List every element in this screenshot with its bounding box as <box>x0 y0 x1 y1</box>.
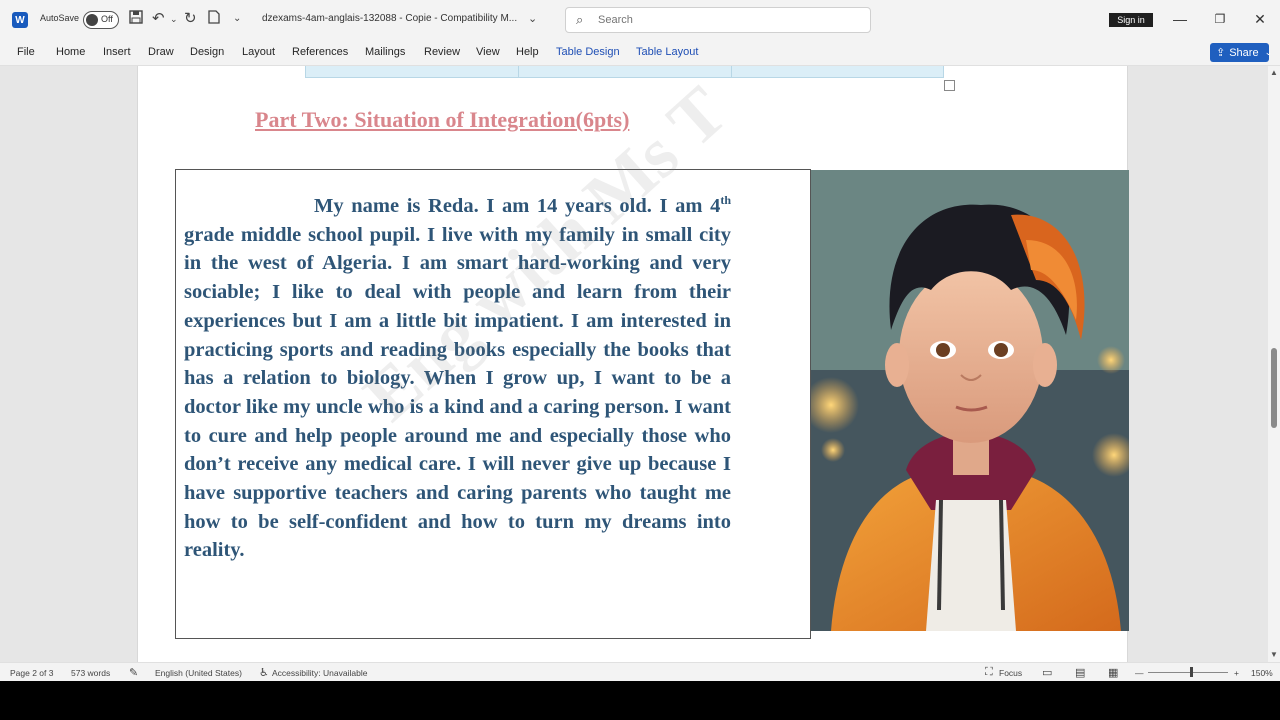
accessibility-icon: ♿ <box>259 667 269 679</box>
tab-references[interactable]: References <box>292 46 348 58</box>
title-bar: W AutoSave Off ↶ ⌄ ↻ ⌄ dzexams-4am-angla… <box>0 0 1280 40</box>
share-button[interactable]: ⇪ Share ⌄ <box>1210 43 1272 62</box>
status-bar: Page 2 of 3 573 words ✎ English (United … <box>0 662 1280 681</box>
scroll-up-icon[interactable]: ▲ <box>1270 68 1278 77</box>
web-layout-icon[interactable]: ▦ <box>1108 666 1118 679</box>
autosave-label: AutoSave <box>40 13 80 23</box>
accessibility-status[interactable]: Accessibility: Unavailable <box>272 668 367 678</box>
zoom-slider-thumb[interactable] <box>1190 667 1193 677</box>
share-dropdown-icon: ⌄ <box>1264 47 1273 57</box>
tab-design[interactable]: Design <box>190 46 224 58</box>
chevron-down-icon[interactable]: ⌄ <box>528 10 537 28</box>
undo-dropdown-icon[interactable]: ⌄ <box>170 10 178 28</box>
ribbon-tabs: File Home Insert Draw Design Layout Refe… <box>0 40 1280 66</box>
sign-in-button[interactable]: Sign in <box>1109 13 1153 27</box>
tab-table-design[interactable]: Table Design <box>556 46 620 58</box>
undo-icon[interactable]: ↶ <box>152 10 165 28</box>
toggle-knob <box>86 14 98 26</box>
tab-mailings[interactable]: Mailings <box>365 46 405 58</box>
save-icon[interactable] <box>129 10 143 29</box>
document-title[interactable]: dzexams-4am-anglais-132088 - Copie - Com… <box>262 13 517 24</box>
passage-start: My name is Reda. I am 14 years old. I am… <box>314 195 721 217</box>
word-app-icon: W <box>12 12 28 28</box>
share-icon: ⇪ <box>1216 47 1226 59</box>
tab-view[interactable]: View <box>476 46 500 58</box>
passage-text-box[interactable]: My name is Reda. I am 14 years old. I am… <box>175 169 811 639</box>
tab-table-layout[interactable]: Table Layout <box>636 46 698 58</box>
tab-home[interactable]: Home <box>56 46 85 58</box>
focus-icon: ⛶ <box>985 666 993 678</box>
language-status[interactable]: English (United States) <box>155 668 242 678</box>
scroll-thumb[interactable] <box>1271 348 1277 428</box>
document-page[interactable]: Part Two: Situation of Integration(6pts)… <box>137 66 1129 662</box>
close-icon[interactable]: ✕ <box>1250 10 1270 28</box>
print-layout-icon[interactable]: ▤ <box>1075 666 1085 679</box>
boy-portrait-image[interactable] <box>811 170 1129 631</box>
tab-layout[interactable]: Layout <box>242 46 275 58</box>
read-mode-icon[interactable]: ▭ <box>1042 666 1052 679</box>
restore-icon[interactable]: ❐ <box>1210 10 1230 28</box>
tab-file[interactable]: File <box>17 46 35 58</box>
tab-help[interactable]: Help <box>516 46 539 58</box>
customize-toolbar-icon[interactable]: ⌄ <box>233 10 241 28</box>
section-heading[interactable]: Part Two: Situation of Integration(6pts) <box>255 107 629 133</box>
zoom-out-icon[interactable]: — <box>1135 668 1144 678</box>
passage-rest: grade middle school pupil. I live with m… <box>184 223 731 562</box>
passage-paragraph[interactable]: My name is Reda. I am 14 years old. I am… <box>184 192 731 565</box>
zoom-level[interactable]: 150% <box>1251 668 1273 678</box>
table-cell-divider <box>518 66 519 78</box>
search-box[interactable]: ⌕ <box>565 7 871 33</box>
search-input[interactable] <box>598 12 858 28</box>
autosave-state: Off <box>101 14 113 24</box>
zoom-slider-track[interactable] <box>1148 672 1228 673</box>
focus-button[interactable]: Focus <box>999 668 1022 678</box>
redo-icon[interactable]: ↻ <box>184 10 197 28</box>
minimize-icon[interactable]: — <box>1170 10 1190 28</box>
previous-table-row[interactable] <box>305 66 944 78</box>
proofing-icon[interactable]: ✎ <box>129 666 138 679</box>
scroll-down-icon[interactable]: ▼ <box>1270 650 1278 659</box>
share-label: Share <box>1229 46 1259 59</box>
word-count[interactable]: 573 words <box>71 668 110 678</box>
table-resize-handle[interactable] <box>944 80 955 91</box>
vertical-scrollbar[interactable]: ▲ ▼ <box>1268 66 1280 662</box>
zoom-in-icon[interactable]: + <box>1234 668 1239 678</box>
ordinal-superscript: th <box>720 193 731 208</box>
table-cell-divider <box>731 66 732 78</box>
tab-review[interactable]: Review <box>424 46 460 58</box>
autosave-toggle[interactable]: Off <box>83 11 119 29</box>
tab-draw[interactable]: Draw <box>148 46 174 58</box>
search-icon: ⌕ <box>576 12 584 27</box>
new-document-icon[interactable] <box>208 10 220 29</box>
screen-letterbox <box>0 681 1280 720</box>
word-window: W AutoSave Off ↶ ⌄ ↻ ⌄ dzexams-4am-angla… <box>0 0 1280 720</box>
page-count[interactable]: Page 2 of 3 <box>10 668 53 678</box>
tab-insert[interactable]: Insert <box>103 46 131 58</box>
document-canvas[interactable]: Part Two: Situation of Integration(6pts)… <box>0 66 1268 662</box>
